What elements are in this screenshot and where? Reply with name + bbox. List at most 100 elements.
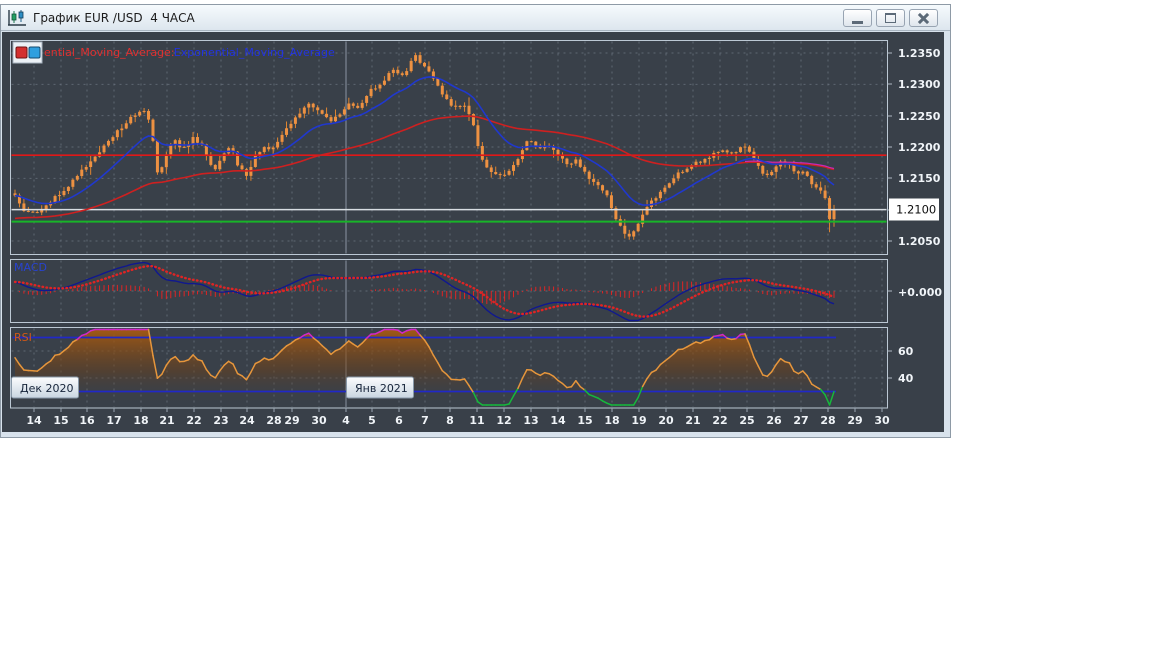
candle-body [499,174,502,175]
legend-red-toggle[interactable] [16,47,27,58]
price-axis-label: 1.2050 [898,235,941,248]
candle-body [365,96,368,103]
rsi-series [13,330,837,406]
candle-body [58,195,61,196]
legend-blue-toggle[interactable] [29,47,40,58]
candle-body [512,165,515,171]
candle-body [797,171,800,173]
candle-body [806,172,809,176]
candle-body [459,106,462,107]
candle-body [516,159,519,165]
candle-body [343,109,346,114]
chart-canvas[interactable]: MACDRSIДек 2020Янв 2021ential_Moving_Ave… [2,32,944,432]
candle-body [445,94,448,99]
minimize-button[interactable] [843,9,872,27]
candle-body [735,152,738,153]
candle-body [62,191,65,195]
candle-body [610,195,613,208]
time-axis-label: 22 [712,414,727,427]
candle-body [628,234,631,237]
candle-body [263,147,266,152]
time-axis-label: 18 [133,414,148,427]
candle-body [160,167,163,172]
candle-body [89,161,92,167]
candle-body [356,106,359,108]
candle-body [241,165,244,169]
candle-body [743,147,746,148]
restore-button[interactable] [876,9,905,27]
candle-body [668,183,671,187]
candle-body [739,147,742,152]
chart-area: MACDRSIДек 2020Янв 2021ential_Moving_Ave… [2,32,944,432]
candle-body [824,191,827,199]
candle-body [637,224,640,231]
price-axis-label: 1.2200 [898,141,941,154]
candle-body [703,159,706,163]
candle-body [312,104,315,108]
candle-body [654,198,657,200]
time-axis-label: 16 [79,414,95,427]
candle-body [281,135,284,142]
candle-body [423,63,426,66]
candle-body [405,71,408,75]
candle-body [347,104,350,110]
candle-body [94,157,97,162]
legend-blue-label: Exponential_Moving_Average [174,46,335,59]
candle-body [801,172,804,174]
time-axis-label: 6 [395,414,403,427]
time-axis-label: 5 [368,414,376,427]
time-axis-label: 11 [469,414,484,427]
candle-body [303,108,306,114]
candle-body [646,207,649,215]
candle-body [717,152,720,153]
candle-body [209,156,212,165]
time-axis-label: 17 [106,414,121,427]
rsi-axis-label: 60 [898,345,914,358]
candle-body [463,106,466,107]
candle-body [579,159,582,166]
time-axis-label: 30 [874,414,890,427]
time-axis-label: 14 [26,414,42,427]
date-marker[interactable]: Янв 2021 [347,377,414,398]
time-axis-label: 21 [159,414,174,427]
candle-body [325,114,328,117]
minimize-icon [852,21,863,24]
restore-icon [885,13,896,23]
candle-body [76,176,79,180]
candle-body [677,172,680,178]
candle-body [775,166,778,171]
date-marker[interactable]: Дек 2020 [12,377,79,398]
close-button[interactable] [909,9,938,27]
candle-body [36,212,39,213]
candle-body [508,171,511,175]
candle-body [338,114,341,116]
candle-body [592,179,595,182]
price-axis-label: 1.2350 [898,47,941,60]
candle-body [588,172,591,179]
candle-body [770,172,773,175]
window-controls [843,9,938,27]
candle-body [708,158,711,159]
date-marker-label: Янв 2021 [355,382,408,395]
candle-body [285,128,288,135]
candle-body [378,85,381,89]
candle-body [503,175,506,176]
time-axis-label: 14 [550,414,566,427]
price-axis-label: 1.2250 [898,110,941,123]
time-axis-label: 8 [446,414,454,427]
candle-body [298,114,301,118]
candle-body [695,162,698,165]
candle-body [103,146,106,153]
candle-body [316,107,319,110]
candle-body [525,141,528,150]
candle-body [441,86,444,95]
candle-body [111,137,114,141]
candle-body [686,169,689,172]
candle-body [570,164,573,165]
candle-body [726,150,729,152]
candle-body [138,112,141,116]
candle-body [116,130,119,137]
titlebar[interactable]: График EUR /USD 4 ЧАСА [1,5,950,31]
candle-body [530,141,533,142]
candle-body [485,160,488,168]
